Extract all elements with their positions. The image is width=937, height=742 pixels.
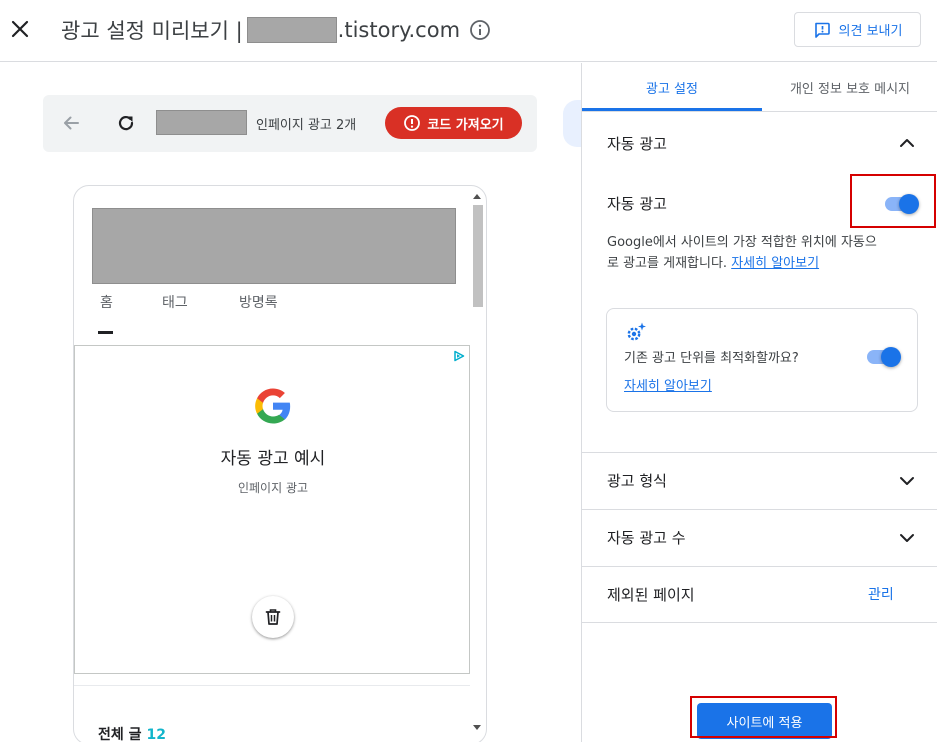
scrollbar-thumb[interactable] xyxy=(473,205,483,307)
redacted-site-name xyxy=(246,17,337,43)
feedback-label: 의견 보내기 xyxy=(838,24,903,39)
tab-privacy-messages[interactable]: 개인 정보 보호 메시지 xyxy=(762,63,937,111)
redacted-url xyxy=(156,110,247,135)
title-prefix: 광고 설정 미리보기 | xyxy=(61,19,243,43)
tab-ad-settings[interactable]: 광고 설정 xyxy=(582,63,762,111)
close-button[interactable] xyxy=(6,15,34,43)
divider-1 xyxy=(582,452,937,453)
send-feedback-button[interactable]: 의견 보내기 xyxy=(794,12,921,47)
trash-icon xyxy=(265,609,281,625)
page-title: 광고 설정 미리보기 | .tistory.com xyxy=(61,14,491,46)
scroll-up-arrow[interactable] xyxy=(473,194,481,199)
ad-example-title: 자동 광고 예시 xyxy=(220,449,326,469)
info-icon[interactable] xyxy=(469,19,491,41)
optimize-learn-more-link[interactable]: 자세히 알아보기 xyxy=(624,375,712,394)
ad-formats-section-title[interactable]: 광고 형식 xyxy=(607,470,667,491)
redacted-blog-banner xyxy=(92,208,456,284)
optimize-existing-ads-card: 기존 광고 단위를 최적화할까요? 자세히 알아보기 xyxy=(606,308,918,412)
auto-ads-description: Google에서 사이트의 가장 적합한 위치에 자동으로 광고를 게재합니다.… xyxy=(607,232,877,274)
nav-guestbook[interactable]: 방명록 xyxy=(239,292,278,312)
auto-ads-section-title[interactable]: 자동 광고 xyxy=(607,133,667,154)
total-posts: 전체 글 12 xyxy=(98,724,166,742)
nav-home[interactable]: 홈 xyxy=(100,292,113,312)
optimize-question: 기존 광고 단위를 최적화할까요? xyxy=(624,351,799,366)
total-posts-label: 전체 글 xyxy=(98,727,142,742)
divider-2 xyxy=(582,509,937,510)
ad-example-subtitle: 인페이지 광고 xyxy=(237,481,309,495)
ad-load-section-title[interactable]: 자동 광고 수 xyxy=(607,527,686,548)
auto-ad-example: 자동 광고 예시 인페이지 광고 xyxy=(74,345,470,674)
auto-ads-toggle-label: 자동 광고 xyxy=(607,195,667,213)
close-icon xyxy=(11,20,29,38)
settings-panel: 광고 설정 개인 정보 보호 메시지 자동 광고 자동 광고 Google에서 … xyxy=(581,63,937,742)
apply-highlight-box xyxy=(690,696,837,738)
back-arrow-icon[interactable] xyxy=(60,112,82,134)
auto-optimize-icon xyxy=(627,322,646,341)
tabs-border xyxy=(582,111,937,112)
divider-4 xyxy=(582,622,937,623)
chevron-up-icon[interactable] xyxy=(895,131,919,155)
remove-ad-button[interactable] xyxy=(252,596,294,638)
title-suffix: .tistory.com xyxy=(337,18,461,42)
nav-tag[interactable]: 태그 xyxy=(162,292,188,312)
alert-icon xyxy=(404,115,421,131)
optimize-toggle-knob xyxy=(881,347,901,367)
top-bar: 광고 설정 미리보기 | .tistory.com 의견 보내기 xyxy=(0,0,937,62)
phone-preview: 홈 태그 방명록 자동 광고 예시 인페이지 광고 전체 글 12 xyxy=(73,185,487,742)
chevron-down-icon[interactable] xyxy=(895,526,919,550)
learn-more-link[interactable]: 자세히 알아보기 xyxy=(731,256,819,271)
google-logo xyxy=(255,388,291,424)
preview-panel: 인페이지 광고 2개 코드 가져오기 홈 태그 방명록 자동 광고 예시 인페이… xyxy=(0,63,581,742)
manage-excluded-pages-link[interactable]: 관리 xyxy=(868,584,894,604)
get-code-button[interactable]: 코드 가져오기 xyxy=(385,107,522,139)
optimize-toggle[interactable] xyxy=(865,347,901,367)
get-code-label: 코드 가져오기 xyxy=(427,117,504,133)
feedback-icon xyxy=(814,22,830,38)
phone-divider xyxy=(74,685,470,686)
scroll-down-arrow[interactable] xyxy=(473,725,481,730)
toggle-highlight-box xyxy=(850,174,936,228)
adchoices-icon[interactable] xyxy=(453,350,465,362)
refresh-icon[interactable] xyxy=(115,112,137,134)
device-toggle-tab[interactable] xyxy=(563,100,581,147)
nav-active-indicator xyxy=(98,331,113,334)
excluded-pages-title: 제외된 페이지 xyxy=(607,586,695,604)
divider-3 xyxy=(582,566,937,567)
preview-toolbar: 인페이지 광고 2개 코드 가져오기 xyxy=(43,95,537,152)
inpage-ad-count: 인페이지 광고 2개 xyxy=(256,118,357,133)
total-posts-count: 12 xyxy=(146,727,166,742)
chevron-down-icon[interactable] xyxy=(895,469,919,493)
